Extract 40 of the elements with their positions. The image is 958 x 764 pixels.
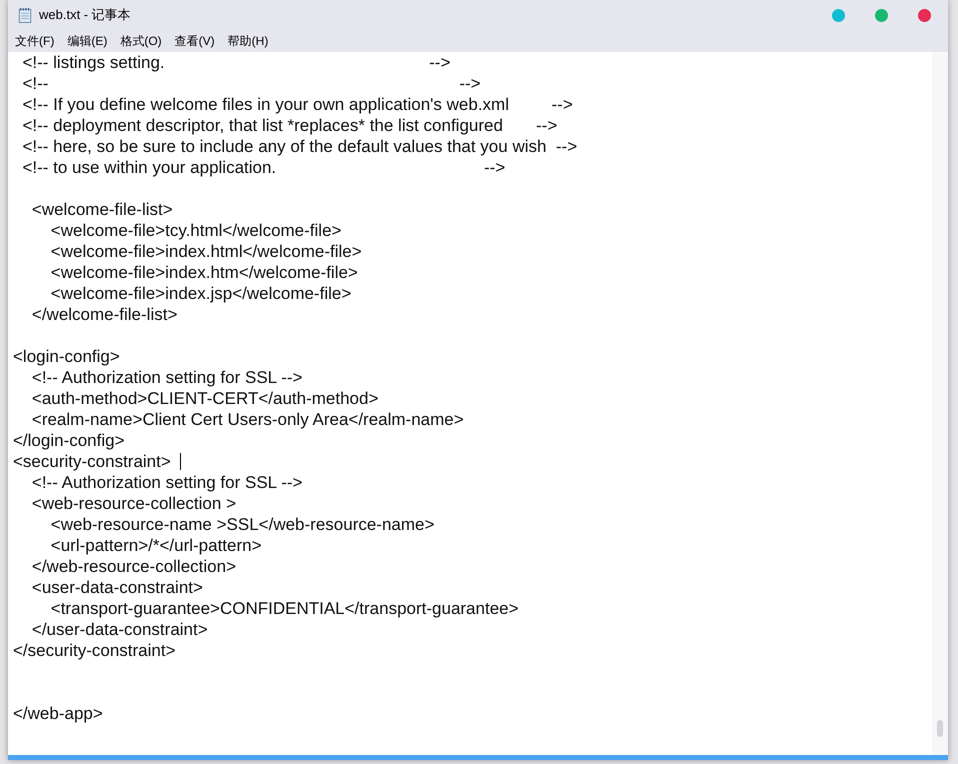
text-line: </login-config>: [13, 430, 125, 451]
text-line: <welcome-file>index.jsp</welcome-file>: [50, 283, 352, 304]
menu-item[interactable]: 查看(V): [174, 32, 215, 50]
text-line: </welcome-file-list>: [30, 304, 178, 325]
text-line: <realm-name>Client Cert Users-only Area</realm-name>: [30, 409, 464, 430]
text-line: <auth-method>CLIENT-CERT</auth-method>: [30, 388, 378, 409]
maximize-button[interactable]: [875, 8, 888, 22]
text-line: <!-- Authorization setting for SSL -->: [30, 472, 302, 493]
text-line: <!-- deployment descriptor, that list *replaces* the list configured -->: [21, 115, 558, 136]
menu-item[interactable]: 编辑(E): [67, 32, 108, 50]
menu-item[interactable]: 帮助(H): [228, 32, 268, 50]
text-line: <transport-guarantee>CONFIDENTIAL</transport-guarantee>: [50, 598, 519, 619]
text-line: <!-- to use within your application. -->: [21, 157, 506, 178]
scroll-thumb[interactable]: [937, 720, 943, 737]
text-line: <url-pattern>/*</url-pattern>: [50, 535, 262, 556]
text-line: </user-data-constraint>: [30, 619, 208, 640]
notepad-icon: [18, 7, 32, 23]
text-line: <!-- If you define welcome files in your own application's web.xml -->: [21, 94, 573, 115]
text-line: <welcome-file-list>: [30, 199, 173, 220]
text-line: <!-- Authorization setting for SSL -->: [30, 367, 302, 388]
text-line: <web-resource-name >SSL</web-resource-name>: [50, 514, 434, 535]
text-line: <security-constraint>: [13, 451, 172, 472]
text-line: <!-- listings setting. -->: [21, 52, 450, 73]
close-button[interactable]: [918, 8, 931, 22]
text-line: </web-app>: [13, 703, 103, 724]
text-line: <user-data-constraint>: [30, 577, 203, 598]
minimize-button[interactable]: [832, 8, 845, 22]
text-line: <!-- -->: [21, 73, 481, 94]
window-title: web.txt - 记事本: [39, 6, 132, 24]
menu-item[interactable]: 格式(O): [120, 32, 162, 50]
menu-item[interactable]: 文件(F): [15, 32, 54, 50]
scrollbar[interactable]: [932, 52, 948, 755]
text-line: <login-config>: [13, 346, 120, 367]
text-line: <!-- here, so be sure to include any of the default values that you wish -->: [21, 136, 578, 157]
text-line: <welcome-file>index.html</welcome-file>: [50, 241, 362, 262]
text-line: </web-resource-collection>: [30, 556, 236, 577]
text-line: <welcome-file>index.htm</welcome-file>: [50, 262, 358, 283]
text-line: </security-constraint>: [13, 640, 176, 661]
text-line: <welcome-file>tcy.html</welcome-file>: [50, 220, 342, 241]
text-line: <web-resource-collection >: [30, 493, 236, 514]
